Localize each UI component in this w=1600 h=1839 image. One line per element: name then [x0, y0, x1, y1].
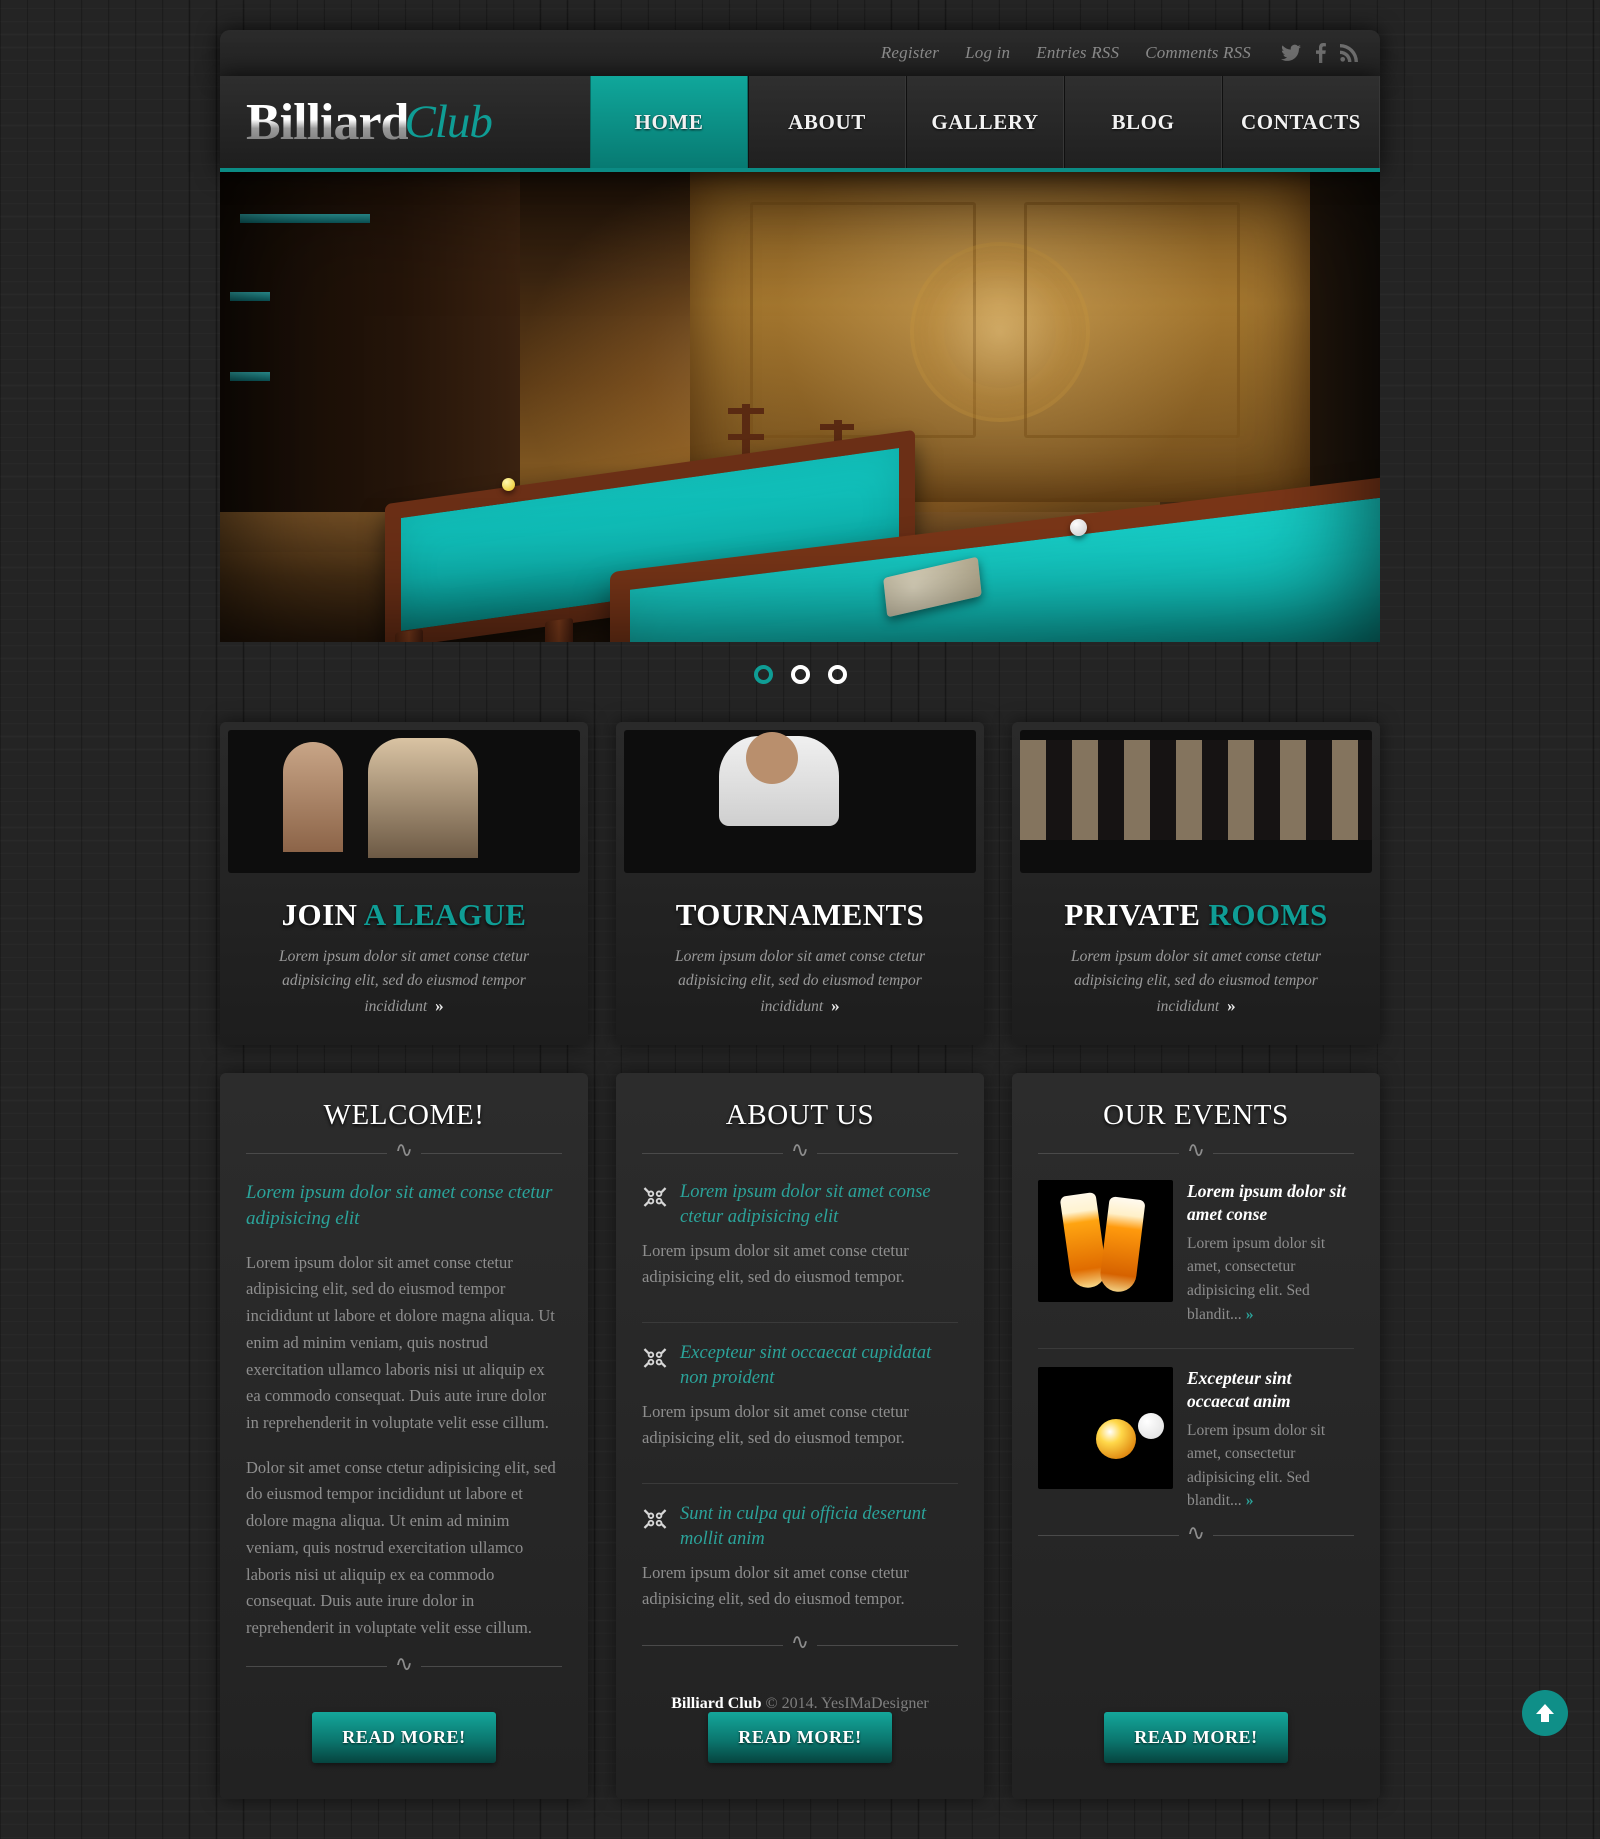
- login-link[interactable]: Log in: [965, 43, 1010, 63]
- billiard-hall-photo: [220, 172, 1380, 642]
- tournaments-photo: [624, 730, 976, 873]
- nine-ball-photo: [1038, 1367, 1173, 1490]
- about-item-title: Excepteur sint occaecat cupidatat non pr…: [680, 1343, 932, 1388]
- chevron-right-icon[interactable]: »: [831, 996, 840, 1015]
- feature-title-private-rooms: PRIVATE ROOMS: [1020, 897, 1372, 933]
- beer-glasses-photo: [1038, 1180, 1173, 1303]
- ornament-divider-bottom: ∿: [1038, 1521, 1354, 1543]
- about-item-body: Lorem ipsum dolor sit amet conse ctetur …: [642, 1241, 909, 1287]
- scroll-to-top-button[interactable]: [1522, 1690, 1568, 1736]
- swirl-ornament-icon: ∿: [394, 1137, 414, 1163]
- swirl-ornament-icon: ∿: [1186, 1519, 1206, 1545]
- site-header: Billiard Club HOME ABOUT GALLERY BLOG CON…: [220, 76, 1380, 172]
- feature-title-join-a-league: JOIN A LEAGUE: [228, 897, 580, 933]
- footer-brand: Billiard Club: [671, 1695, 762, 1712]
- ornament-divider: ∿: [642, 1139, 958, 1161]
- about-list-item[interactable]: Excepteur sint occaecat cupidatat non pr…: [642, 1341, 958, 1471]
- facebook-icon[interactable]: [1315, 43, 1326, 63]
- register-link[interactable]: Register: [881, 43, 939, 63]
- topbar: Register Log in Entries RSS Comments RSS: [220, 30, 1380, 76]
- feature-title-primary: PRIVATE: [1064, 897, 1201, 932]
- main-navigation: HOME ABOUT GALLERY BLOG CONTACTS: [590, 76, 1380, 168]
- page-container: Register Log in Entries RSS Comments RSS…: [220, 30, 1380, 1839]
- rss-icon[interactable]: [1340, 44, 1358, 62]
- event-body-text: Lorem ipsum dolor sit amet, consectetur …: [1187, 1421, 1326, 1510]
- feature-title-primary: JOIN: [281, 897, 358, 932]
- nav-item-gallery[interactable]: GALLERY: [906, 76, 1064, 168]
- nav-item-blog[interactable]: BLOG: [1064, 76, 1222, 168]
- billiard-knot-icon: [643, 1187, 667, 1208]
- footer-author: YesIMaDesigner: [821, 1695, 929, 1712]
- logo-text-billiard: Billiard: [246, 93, 409, 151]
- event-title: Excepteur sint occaecat anim: [1187, 1368, 1292, 1411]
- chevron-right-icon[interactable]: »: [1227, 996, 1236, 1015]
- nav-item-contacts[interactable]: CONTACTS: [1222, 76, 1380, 168]
- private-rooms-photo: [1020, 730, 1372, 873]
- nav-item-about[interactable]: ABOUT: [748, 76, 906, 168]
- chevron-right-icon[interactable]: »: [1246, 1492, 1254, 1509]
- slider-dots: [220, 665, 1380, 684]
- slider-dot-2[interactable]: [790, 665, 810, 684]
- about-item-body: Lorem ipsum dolor sit amet conse ctetur …: [642, 1563, 909, 1609]
- welcome-paragraph-2: Dolor sit amet conse ctetur adipisicing …: [246, 1457, 556, 1637]
- event-list-item[interactable]: Excepteur sint occaecat anim Lorem ipsum…: [1038, 1367, 1354, 1513]
- site-footer: Billiard Club © 2014. YesIMaDesigner: [0, 1644, 1600, 1764]
- chevron-right-icon[interactable]: »: [1246, 1306, 1254, 1323]
- welcome-heading: WELCOME!: [323, 1099, 485, 1132]
- slider-section: [220, 172, 1380, 684]
- our-events-heading: OUR EVENTS: [1103, 1099, 1289, 1132]
- about-item-body: Lorem ipsum dolor sit amet conse ctetur …: [642, 1402, 909, 1448]
- list-divider: [642, 1322, 958, 1324]
- nav-item-home[interactable]: HOME: [590, 76, 748, 168]
- feature-card-join-a-league[interactable]: JOIN A LEAGUE Lorem ipsum dolor sit amet…: [220, 722, 588, 1046]
- feature-card-private-rooms[interactable]: PRIVATE ROOMS Lorem ipsum dolor sit amet…: [1012, 722, 1380, 1046]
- slider-dot-1[interactable]: [753, 665, 773, 684]
- event-body: Lorem ipsum dolor sit amet, consectetur …: [1187, 1232, 1354, 1326]
- feature-desc-join-a-league: Lorem ipsum dolor sit amet conse ctetur …: [246, 945, 562, 1019]
- comments-rss-link[interactable]: Comments RSS: [1145, 43, 1251, 63]
- feature-desc-text: Lorem ipsum dolor sit amet conse ctetur …: [279, 948, 529, 1016]
- welcome-paragraph-1: Lorem ipsum dolor sit amet conse ctetur …: [246, 1252, 555, 1432]
- event-body: Lorem ipsum dolor sit amet, consectetur …: [1187, 1419, 1354, 1513]
- slider-dot-3[interactable]: [827, 665, 847, 684]
- footer-copyright: Billiard Club © 2014. YesIMaDesigner: [671, 1695, 929, 1713]
- swirl-ornament-icon: ∿: [1186, 1137, 1206, 1163]
- feature-desc-tournaments: Lorem ipsum dolor sit amet conse ctetur …: [642, 945, 958, 1019]
- twitter-icon[interactable]: [1281, 44, 1301, 62]
- list-divider: [642, 1483, 958, 1485]
- billiard-knot-icon: [643, 1348, 667, 1369]
- feature-title-secondary: ROOMS: [1208, 897, 1328, 932]
- entries-rss-link[interactable]: Entries RSS: [1036, 43, 1119, 63]
- social-links: [1281, 43, 1358, 63]
- list-divider: [1038, 1348, 1354, 1350]
- feature-title-secondary: A LEAGUE: [363, 897, 527, 932]
- footer-copyright-text: © 2014.: [761, 1695, 822, 1712]
- ornament-divider: ∿: [1038, 1139, 1354, 1161]
- feature-title-primary: TOURNAMENTS: [675, 897, 925, 932]
- ornament-divider: ∿: [246, 1139, 562, 1161]
- logo-text-club: Club: [404, 96, 492, 148]
- welcome-lead: Lorem ipsum dolor sit amet conse ctetur …: [246, 1182, 553, 1230]
- arrow-up-icon: [1536, 1704, 1554, 1722]
- swirl-ornament-icon: ∿: [790, 1137, 810, 1163]
- about-item-title: Sunt in culpa qui officia deserunt molli…: [680, 1504, 927, 1549]
- feature-card-tournaments[interactable]: TOURNAMENTS Lorem ipsum dolor sit amet c…: [616, 722, 984, 1046]
- join-a-league-photo: [228, 730, 580, 873]
- billiard-knot-icon: [643, 1509, 667, 1529]
- event-title: Lorem ipsum dolor sit amet conse: [1187, 1181, 1346, 1225]
- about-item-title: Lorem ipsum dolor sit amet conse ctetur …: [680, 1182, 931, 1227]
- about-list-item[interactable]: Lorem ipsum dolor sit amet conse ctetur …: [642, 1180, 958, 1310]
- hero-slider[interactable]: [220, 172, 1380, 642]
- feature-desc-private-rooms: Lorem ipsum dolor sit amet conse ctetur …: [1038, 945, 1354, 1019]
- about-list-item[interactable]: Sunt in culpa qui officia deserunt molli…: [642, 1502, 958, 1632]
- feature-desc-text: Lorem ipsum dolor sit amet conse ctetur …: [1071, 948, 1321, 1016]
- about-us-heading: ABOUT US: [725, 1099, 875, 1132]
- chevron-right-icon[interactable]: »: [435, 996, 444, 1015]
- site-logo[interactable]: Billiard Club: [220, 76, 590, 168]
- feature-title-tournaments: TOURNAMENTS: [624, 897, 976, 933]
- event-list-item[interactable]: Lorem ipsum dolor sit amet conse Lorem i…: [1038, 1180, 1354, 1326]
- feature-boxes: JOIN A LEAGUE Lorem ipsum dolor sit amet…: [220, 722, 1380, 1046]
- event-body-text: Lorem ipsum dolor sit amet, consectetur …: [1187, 1234, 1326, 1323]
- feature-desc-text: Lorem ipsum dolor sit amet conse ctetur …: [675, 948, 925, 1016]
